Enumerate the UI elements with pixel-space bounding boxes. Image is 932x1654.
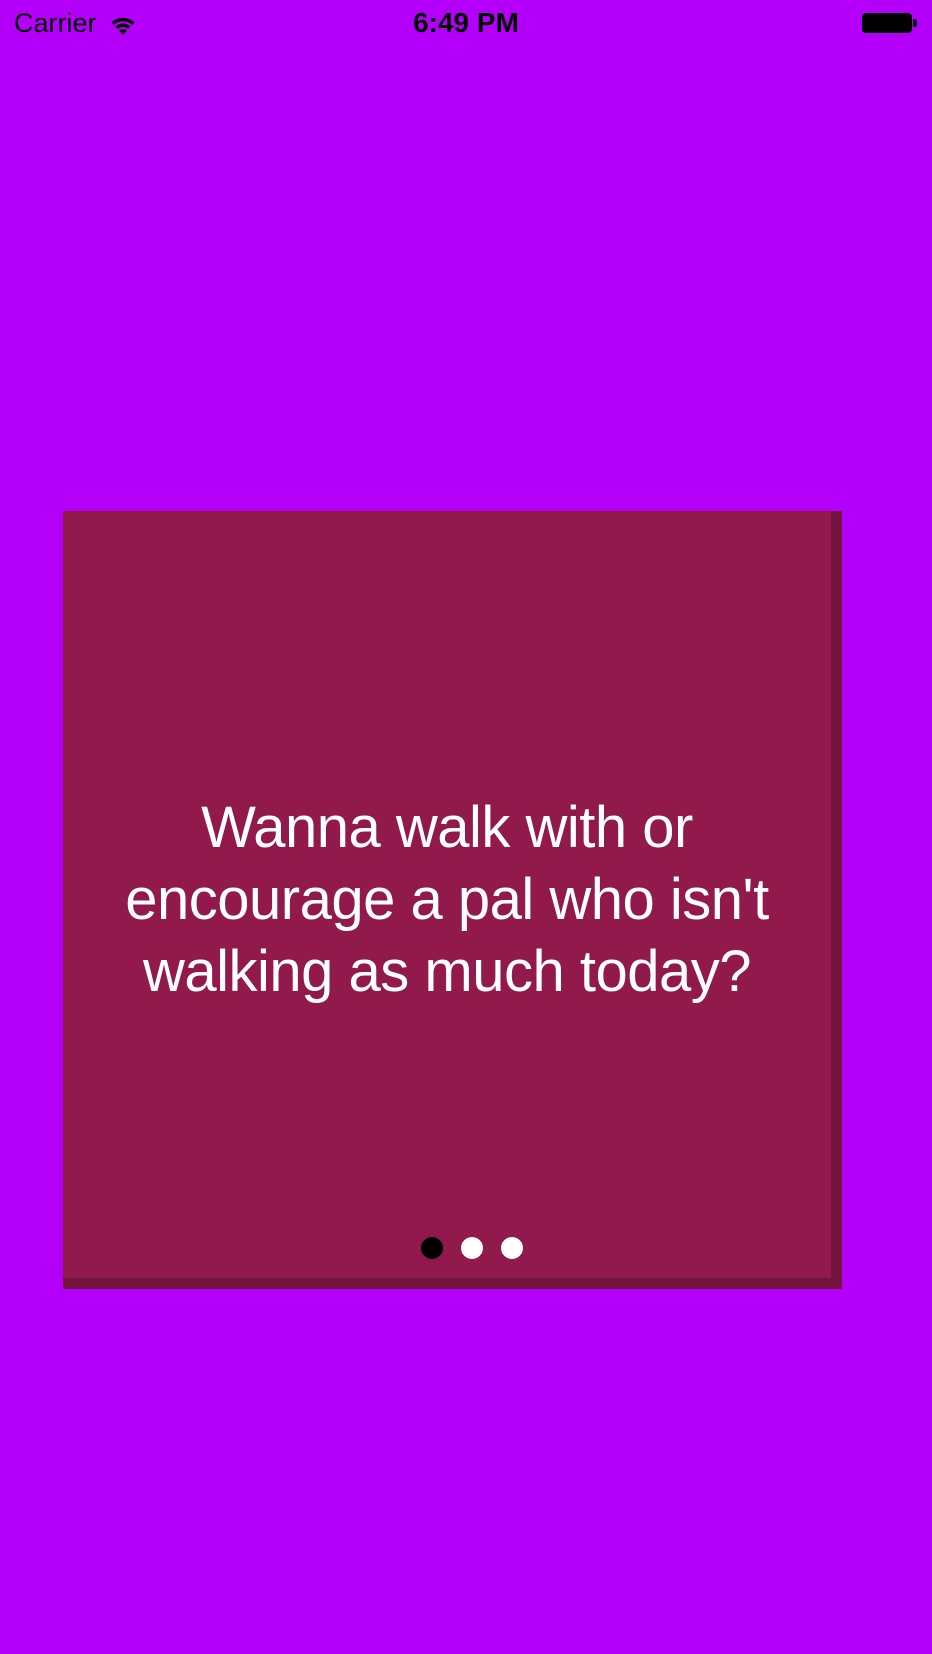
status-bar: Carrier 6:49 PM <box>0 0 932 46</box>
prompt-text: Wanna walk with or encourage a pal who i… <box>125 795 769 1004</box>
page-control[interactable] <box>88 1237 856 1259</box>
battery-icon <box>862 12 920 34</box>
page-dot-1[interactable] <box>421 1237 443 1259</box>
page-dot-3[interactable] <box>501 1237 523 1259</box>
page-dot-2[interactable] <box>461 1237 483 1259</box>
status-time: 6:49 PM <box>413 7 519 38</box>
prompt-card[interactable]: Wanna walk with or encourage a pal who i… <box>63 511 831 1278</box>
